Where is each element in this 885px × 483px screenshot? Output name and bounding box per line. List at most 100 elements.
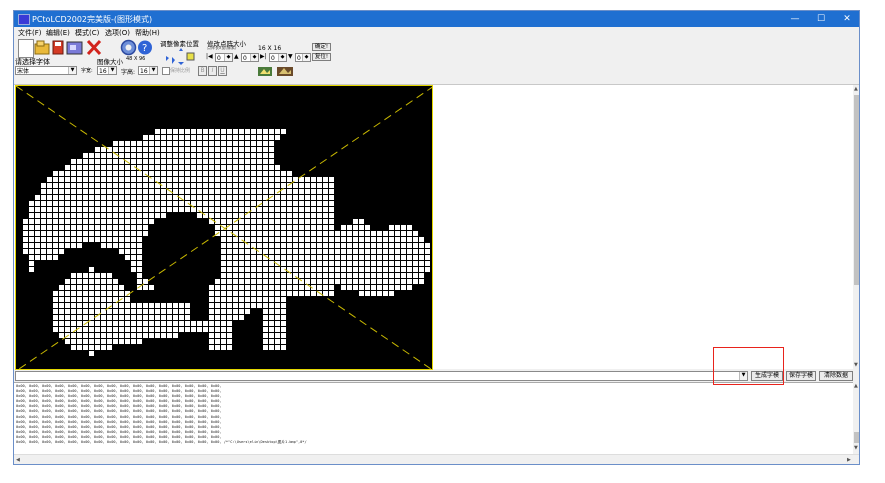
- pixel-cell[interactable]: [59, 189, 64, 194]
- pixel-cell[interactable]: [275, 171, 280, 176]
- pixel-cell[interactable]: [245, 171, 250, 176]
- pixel-cell[interactable]: [221, 153, 226, 158]
- pixel-cell[interactable]: [269, 291, 274, 296]
- pixel-cell[interactable]: [83, 237, 88, 242]
- pixel-cell[interactable]: [245, 231, 250, 236]
- pixel-cell[interactable]: [65, 291, 70, 296]
- pixel-cell[interactable]: [377, 273, 382, 278]
- pixel-cell[interactable]: [395, 237, 400, 242]
- pixel-cell[interactable]: [179, 321, 184, 326]
- pixel-cell[interactable]: [167, 177, 172, 182]
- pixel-cell[interactable]: [371, 243, 376, 248]
- pixel-editor-canvas[interactable]: [15, 85, 433, 370]
- pixel-cell[interactable]: [293, 243, 298, 248]
- pixel-cell[interactable]: [251, 195, 256, 200]
- pixel-cell[interactable]: [131, 219, 136, 224]
- pixel-cell[interactable]: [227, 285, 232, 290]
- pixel-cell[interactable]: [335, 273, 340, 278]
- pixel-cell[interactable]: [293, 279, 298, 284]
- pixel-cell[interactable]: [155, 189, 160, 194]
- pixel-cell[interactable]: [311, 249, 316, 254]
- pixel-cell[interactable]: [221, 159, 226, 164]
- pixel-cell[interactable]: [191, 207, 196, 212]
- pixel-cell[interactable]: [227, 195, 232, 200]
- pixel-cell[interactable]: [245, 195, 250, 200]
- pixel-cell[interactable]: [77, 321, 82, 326]
- pixel-cell[interactable]: [119, 327, 124, 332]
- pixel-cell[interactable]: [53, 219, 58, 224]
- pixel-cell[interactable]: [89, 279, 94, 284]
- pixel-cell[interactable]: [185, 129, 190, 134]
- pixel-cell[interactable]: [317, 285, 322, 290]
- pixel-cell[interactable]: [95, 237, 100, 242]
- pixel-cell[interactable]: [209, 171, 214, 176]
- pixel-cell[interactable]: [95, 147, 100, 152]
- pixel-cell[interactable]: [233, 183, 238, 188]
- pixel-cell[interactable]: [119, 189, 124, 194]
- pixel-cell[interactable]: [347, 279, 352, 284]
- pixel-cell[interactable]: [425, 267, 430, 272]
- pixel-cell[interactable]: [29, 249, 34, 254]
- pixel-cell[interactable]: [251, 279, 256, 284]
- pixel-cell[interactable]: [365, 237, 370, 242]
- pixel-cell[interactable]: [293, 255, 298, 260]
- pixel-cell[interactable]: [281, 213, 286, 218]
- pixel-cell[interactable]: [263, 171, 268, 176]
- pixel-cell[interactable]: [221, 243, 226, 248]
- pixel-cell[interactable]: [161, 303, 166, 308]
- pixel-cell[interactable]: [305, 207, 310, 212]
- pixel-cell[interactable]: [35, 213, 40, 218]
- pixel-cell[interactable]: [149, 147, 154, 152]
- pixel-cell[interactable]: [83, 339, 88, 344]
- pixel-cell[interactable]: [407, 279, 412, 284]
- pixel-cell[interactable]: [149, 183, 154, 188]
- pixel-cell[interactable]: [317, 267, 322, 272]
- pixel-cell[interactable]: [251, 231, 256, 236]
- pixel-cell[interactable]: [191, 177, 196, 182]
- pixel-cell[interactable]: [269, 189, 274, 194]
- pixel-cell[interactable]: [299, 231, 304, 236]
- pixel-cell[interactable]: [101, 189, 106, 194]
- pixel-cell[interactable]: [287, 225, 292, 230]
- pixel-cell[interactable]: [317, 279, 322, 284]
- pixel-cell[interactable]: [125, 201, 130, 206]
- pixel-cell[interactable]: [167, 309, 172, 314]
- pixel-cell[interactable]: [71, 285, 76, 290]
- pixel-cell[interactable]: [275, 327, 280, 332]
- pixel-cell[interactable]: [323, 213, 328, 218]
- pixel-cell[interactable]: [239, 225, 244, 230]
- pixel-cell[interactable]: [131, 225, 136, 230]
- pixel-cell[interactable]: [311, 207, 316, 212]
- pixel-cell[interactable]: [203, 195, 208, 200]
- pixel-cell[interactable]: [329, 201, 334, 206]
- pixel-cell[interactable]: [227, 267, 232, 272]
- pixel-cell[interactable]: [59, 291, 64, 296]
- pixel-cell[interactable]: [149, 327, 154, 332]
- pixel-cell[interactable]: [257, 165, 262, 170]
- pixel-cell[interactable]: [245, 177, 250, 182]
- pixel-cell[interactable]: [323, 183, 328, 188]
- pixel-cell[interactable]: [215, 171, 220, 176]
- pixel-cell[interactable]: [299, 273, 304, 278]
- pixel-cell[interactable]: [161, 165, 166, 170]
- pixel-cell[interactable]: [119, 213, 124, 218]
- pixel-cell[interactable]: [347, 285, 352, 290]
- pixel-cell[interactable]: [275, 309, 280, 314]
- pixel-cell[interactable]: [329, 291, 334, 296]
- pixel-cell[interactable]: [173, 327, 178, 332]
- pixel-cell[interactable]: [251, 201, 256, 206]
- pixel-cell[interactable]: [233, 273, 238, 278]
- pixel-cell[interactable]: [311, 189, 316, 194]
- pixel-cell[interactable]: [119, 243, 124, 248]
- pixel-cell[interactable]: [389, 279, 394, 284]
- pixel-cell[interactable]: [125, 309, 130, 314]
- pixel-cell[interactable]: [89, 351, 94, 356]
- pixel-cell[interactable]: [53, 327, 58, 332]
- pixel-cell[interactable]: [281, 225, 286, 230]
- pixel-cell[interactable]: [119, 225, 124, 230]
- pixel-cell[interactable]: [407, 273, 412, 278]
- pixel-cell[interactable]: [323, 279, 328, 284]
- keep-ratio-checkbox[interactable]: [162, 67, 170, 75]
- pixel-cell[interactable]: [239, 231, 244, 236]
- pixel-cell[interactable]: [227, 321, 232, 326]
